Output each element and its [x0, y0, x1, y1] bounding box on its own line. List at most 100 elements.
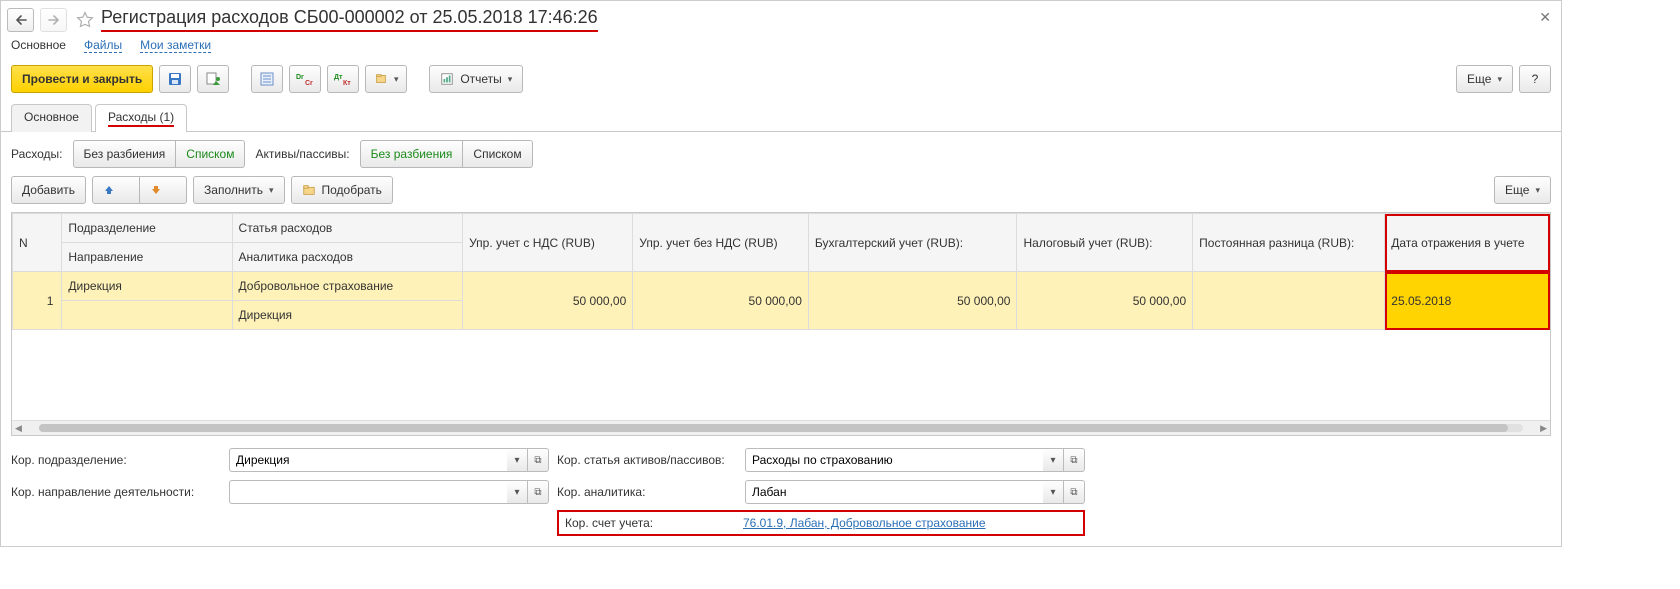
nav-forward-button [40, 8, 67, 32]
drcr-button[interactable]: DrCr [289, 65, 321, 93]
open-icon[interactable]: ⧉ [528, 480, 549, 504]
cell-date[interactable]: 25.05.2018 [1385, 272, 1550, 330]
input-cor-sub[interactable] [229, 448, 507, 472]
combo-cor-an[interactable]: ▾ ⧉ [745, 480, 1085, 504]
open-icon[interactable]: ⧉ [528, 448, 549, 472]
assets-no-split-button[interactable]: Без разбиения [360, 140, 464, 168]
cell-sub[interactable]: Дирекция [62, 272, 232, 301]
save-button[interactable] [159, 65, 191, 93]
combo-cor-sub[interactable]: ▾ ⧉ [229, 448, 549, 472]
dropdown-icon[interactable]: ▾ [1043, 448, 1064, 472]
col-m3[interactable]: Бухгалтерский учет (RUB): [808, 214, 1017, 272]
fill-button[interactable]: Заполнить ▾ [193, 176, 284, 204]
table-more-button[interactable]: Еще ▾ [1494, 176, 1551, 204]
col-m1[interactable]: Упр. учет с НДС (RUB) [463, 214, 633, 272]
expenses-table[interactable]: N Подразделение Статья расходов Упр. уче… [11, 212, 1551, 436]
col-m5[interactable]: Постоянная разница (RUB): [1193, 214, 1385, 272]
scroll-thumb[interactable] [39, 424, 1508, 432]
expenses-list-button[interactable]: Списком [176, 140, 245, 168]
post-icon [205, 71, 221, 87]
arrow-down-icon [150, 184, 162, 196]
favorite-star-icon[interactable] [75, 10, 95, 30]
main-toolbar: Провести и закрыть DrCr ДтКт ▾ Отчеты ▾ [1, 61, 1561, 103]
cell-m1[interactable]: 50 000,00 [463, 272, 633, 330]
reports-icon [440, 72, 454, 86]
page-title: Регистрация расходов СБ00-000002 от 25.0… [101, 5, 598, 34]
dtkt-button[interactable]: ДтКт [327, 65, 359, 93]
reports-button[interactable]: Отчеты ▾ [429, 65, 523, 93]
table-row[interactable]: 1 Дирекция Добровольное страхование 50 0… [13, 272, 1550, 301]
col-dir[interactable]: Направление [62, 243, 232, 272]
input-cor-art[interactable] [745, 448, 1043, 472]
caret-icon: ▾ [508, 74, 513, 85]
assets-mode-label: Активы/пассивы: [255, 147, 349, 161]
cell-dir[interactable] [62, 301, 232, 330]
dropdown-icon[interactable]: ▾ [507, 480, 528, 504]
list-icon [259, 71, 275, 87]
tab-main[interactable]: Основное [11, 104, 92, 132]
cell-m3[interactable]: 50 000,00 [808, 272, 1017, 330]
dtkt-icon: ДтКт [334, 72, 352, 86]
label-cor-sub: Кор. подразделение: [11, 453, 221, 467]
dropdown-icon[interactable]: ▾ [1043, 480, 1064, 504]
scroll-left-icon[interactable]: ◀ [12, 423, 25, 434]
table-empty-area [12, 330, 1550, 420]
sub-navigation: Основное Файлы Мои заметки [1, 38, 1561, 61]
combo-cor-dir[interactable]: ▾ ⧉ [229, 480, 549, 504]
help-button[interactable]: ? [1519, 65, 1551, 93]
col-m2[interactable]: Упр. учет без НДС (RUB) [633, 214, 809, 272]
reports-label: Отчеты [460, 72, 501, 86]
caret-icon: ▾ [394, 74, 399, 85]
post-and-close-button[interactable]: Провести и закрыть [11, 65, 153, 93]
close-icon[interactable]: ✕ [1539, 9, 1551, 26]
cell-m5[interactable] [1193, 272, 1385, 330]
more-button[interactable]: Еще ▾ [1456, 65, 1513, 93]
drcr-icon: DrCr [296, 72, 314, 86]
link-cor-account[interactable]: 76.01.9, Лабан, Добровольное страхование [743, 516, 986, 530]
nav-back-button[interactable] [7, 8, 34, 32]
fill-label: Заполнить [204, 183, 263, 197]
subtab-notes[interactable]: Мои заметки [140, 38, 211, 53]
caret-icon: ▾ [1535, 185, 1540, 196]
assets-list-button[interactable]: Списком [463, 140, 532, 168]
label-cor-dir: Кор. направление деятельности: [11, 485, 221, 499]
col-sub[interactable]: Подразделение [62, 214, 232, 243]
input-cor-an[interactable] [745, 480, 1043, 504]
col-n[interactable]: N [13, 214, 62, 272]
move-down-button[interactable] [140, 176, 187, 204]
attach-button[interactable]: ▾ [365, 65, 407, 93]
dropdown-icon[interactable]: ▾ [507, 448, 528, 472]
more-label: Еще [1467, 72, 1491, 86]
move-up-button[interactable] [92, 176, 140, 204]
correspondence-form: Кор. подразделение: ▾ ⧉ Кор. статья акти… [1, 440, 1561, 546]
pick-button[interactable]: Подобрать [291, 176, 393, 204]
open-icon[interactable]: ⧉ [1064, 480, 1085, 504]
label-cor-an: Кор. аналитика: [557, 485, 737, 499]
subtab-files[interactable]: Файлы [84, 38, 122, 53]
col-art[interactable]: Статья расходов [232, 214, 463, 243]
combo-cor-art[interactable]: ▾ ⧉ [745, 448, 1085, 472]
svg-text:Дт: Дт [334, 74, 343, 81]
structure-button[interactable] [251, 65, 283, 93]
post-button[interactable] [197, 65, 229, 93]
cell-an[interactable]: Дирекция [232, 301, 463, 330]
subtab-main[interactable]: Основное [11, 38, 66, 53]
col-date[interactable]: Дата отражения в учете [1385, 214, 1550, 272]
input-cor-dir[interactable] [229, 480, 507, 504]
svg-text:Dr: Dr [296, 74, 304, 81]
tab-expenses[interactable]: Расходы (1) [95, 104, 187, 132]
cell-art[interactable]: Добровольное страхование [232, 272, 463, 301]
svg-text:Cr: Cr [305, 80, 313, 86]
scroll-right-icon[interactable]: ▶ [1537, 423, 1550, 434]
cell-m4[interactable]: 50 000,00 [1017, 272, 1193, 330]
horizontal-scrollbar[interactable]: ◀ ▶ [12, 420, 1550, 435]
cell-m2[interactable]: 50 000,00 [633, 272, 809, 330]
caret-icon: ▾ [269, 185, 274, 196]
col-m4[interactable]: Налоговый учет (RUB): [1017, 214, 1193, 272]
document-tabs: Основное Расходы (1) [1, 103, 1561, 132]
add-row-button[interactable]: Добавить [11, 176, 86, 204]
open-icon[interactable]: ⧉ [1064, 448, 1085, 472]
cell-n[interactable]: 1 [13, 272, 62, 330]
expenses-no-split-button[interactable]: Без разбиения [73, 140, 177, 168]
col-an[interactable]: Аналитика расходов [232, 243, 463, 272]
